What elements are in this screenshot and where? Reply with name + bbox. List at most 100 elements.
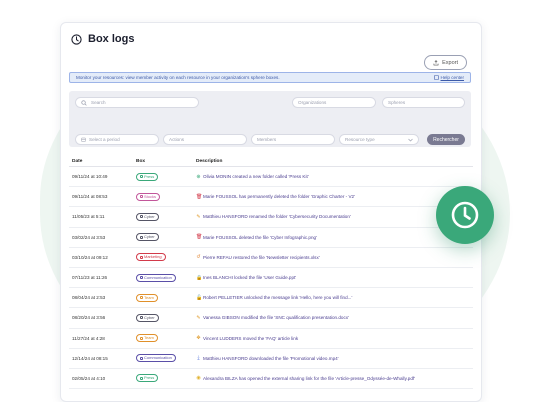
description-text: Alexandra BILZA has opened the external … (203, 375, 416, 381)
row-date: 07/11/23 at 11:26 (69, 267, 133, 289)
box-badge[interactable]: Team (136, 334, 158, 343)
clock-icon (451, 201, 479, 229)
table-row[interactable]: 12/14/24 at 08:15 Communication ⤓ Matthieu … (69, 348, 473, 369)
row-box-cell: Press (133, 368, 193, 390)
table-row[interactable]: 11/05/23 at 5:11 Cyber ✎ Matthieu HANSFORD … (69, 206, 473, 228)
box-badge[interactable]: Communication (136, 273, 176, 282)
table-row[interactable]: 07/11/23 at 11:26 Communication 🔒 Ines BLAN… (69, 267, 473, 289)
search-icon (81, 99, 87, 106)
box-badge[interactable]: Team (136, 293, 158, 302)
box-badge[interactable]: Marketing (136, 253, 166, 262)
box-icon (140, 336, 143, 340)
box-badge-label: Cyber (144, 234, 155, 240)
box-badge-label: Team (144, 294, 154, 300)
row-description: 🔓 Robert PELLETIER unlocked the message l… (196, 295, 470, 301)
spheres-select[interactable]: Spheres (382, 97, 465, 108)
table-row[interactable]: 08/20/24 at 3:56 Cyber ✎ Vanessa GIBSON mod… (69, 307, 473, 329)
organizations-select[interactable]: Organizations (292, 97, 376, 108)
actions-select[interactable]: Actions (163, 134, 247, 145)
search-input[interactable]: Search (75, 97, 199, 108)
box-icon (140, 276, 143, 280)
description-text: Pierre REFAU restored the file 'Newslett… (203, 254, 320, 260)
page-header: Box logs (71, 33, 134, 45)
row-description-cell: ⤓ Matthieu HANSFORD downloaded the file '… (193, 348, 473, 369)
search-button[interactable]: Rechercher (427, 134, 465, 145)
table-row[interactable]: 03/10/24 at 09:12 Marketing ↺ Pierre REFAU … (69, 247, 473, 268)
row-description: ⤓ Matthieu HANSFORD downloaded the file '… (196, 355, 470, 361)
box-badge[interactable]: Communication (136, 354, 176, 363)
description-text: Marie FOUSSOL has permanently deleted th… (203, 194, 355, 200)
box-icon (140, 235, 143, 239)
box-badge-label: Communication (144, 274, 172, 280)
row-description: ⊕ Olivia MONIN created a new folder calle… (196, 174, 470, 180)
export-button[interactable]: Export (424, 55, 467, 70)
help-center-label: Help center (440, 75, 465, 80)
column-header-date: Date (69, 156, 133, 167)
row-date: 11/27/24 at 4:28 (69, 328, 133, 349)
description-text: Robert PELLETIER unlocked the message li… (203, 295, 353, 301)
move-icon: ✥ (196, 335, 201, 342)
row-description: ◉ Alexandra BILZA has opened the external… (196, 375, 470, 381)
description-text: Matthieu HANSFORD renamed the folder 'Cy… (203, 214, 351, 220)
row-box-cell: Communication (133, 348, 193, 369)
trash-icon: 🗑 (196, 193, 203, 200)
row-date: 12/14/24 at 08:15 (69, 348, 133, 369)
box-badge-label: Communication (144, 355, 172, 361)
resource-type-select[interactable]: Resource type (339, 134, 419, 145)
table-row[interactable]: 08/04/24 at 2:53 Team 🔓 Robert PELLETIER un… (69, 287, 473, 309)
row-box-cell: Team (133, 328, 193, 349)
box-icon (140, 175, 143, 179)
box-badge[interactable]: Stocks (136, 192, 161, 201)
box-badge[interactable]: Cyber (136, 233, 159, 242)
box-badge-label: Team (144, 335, 154, 341)
row-date: 02/05/24 at 4:10 (69, 368, 133, 390)
table-row[interactable]: 02/05/24 at 4:10 Press ◉ Alexandra BILZA ha… (69, 368, 473, 390)
box-badge-label: Marketing (144, 254, 162, 260)
export-label: Export (442, 59, 458, 66)
help-center-link[interactable]: Help center (433, 75, 465, 80)
page-title: Box logs (88, 33, 135, 45)
restore-icon: ↺ (196, 254, 201, 261)
table-row[interactable]: 11/27/24 at 4:28 Team ✥ Vincent LUDDERS mov… (69, 328, 473, 349)
chevron-down-icon (408, 138, 413, 141)
book-icon (433, 75, 439, 80)
box-badge[interactable]: Cyber (136, 212, 159, 221)
trash-icon: 🗑 (196, 234, 203, 241)
box-badge[interactable]: Press (136, 172, 159, 181)
row-description-cell: ↺ Pierre REFAU restored the file 'Newslet… (193, 247, 473, 268)
box-icon (140, 255, 143, 259)
row-description-cell: 🔒 Ines BLANCHI locked the file 'User Guid… (193, 267, 473, 289)
box-badge-label: Stocks (144, 193, 157, 199)
row-description: ↺ Pierre REFAU restored the file 'Newslet… (196, 254, 470, 260)
box-icon (140, 215, 143, 219)
column-header-description: Description (193, 156, 473, 167)
box-icon (140, 296, 143, 300)
spheres-placeholder: Spheres (388, 100, 406, 105)
history-clock-button[interactable] (436, 186, 494, 244)
clock-icon (71, 33, 82, 45)
row-description-cell: 🗑 Marie FOUSSOL has permanently deleted t… (193, 186, 473, 208)
search-placeholder: Search (91, 100, 106, 105)
row-description: 🗑 Marie FOUSSOL has permanently deleted t… (196, 194, 470, 200)
members-placeholder: Members (257, 137, 277, 142)
members-select[interactable]: Members (251, 134, 335, 145)
box-badge[interactable]: Press (136, 374, 159, 383)
description-text: Vincent LUDDERS moved the 'FAQ' article … (203, 335, 299, 341)
row-description-cell: ✎ Matthieu HANSFORD renamed the folder 'C… (193, 206, 473, 228)
row-date: 09/11/24 at 10:49 (69, 166, 133, 188)
table-row[interactable]: 03/02/24 at 3:53 Cyber 🗑 Marie FOUSSOL dele… (69, 227, 473, 248)
description-text: Vanessa GIBSON modified the file 'SNC qu… (203, 315, 349, 321)
info-text: Monitor your resources: view member acti… (76, 75, 280, 80)
period-select[interactable]: Select a period (75, 134, 159, 145)
row-description-cell: 🗑 Marie FOUSSOL deleted the file 'Cyber I… (193, 227, 473, 248)
row-date: 08/20/24 at 3:56 (69, 307, 133, 329)
box-badge[interactable]: Cyber (136, 313, 159, 322)
table-row[interactable]: 09/11/24 at 08:53 Stocks 🗑 Marie FOUSSOL ha… (69, 186, 473, 208)
resource-type-placeholder: Resource type (345, 137, 375, 142)
box-badge-label: Press (144, 375, 155, 381)
row-box-cell: Stocks (133, 186, 193, 208)
logs-table-body: 09/11/24 at 10:49 Press ⊕ Olivia MONIN crea… (69, 166, 473, 390)
row-description-cell: 🔓 Robert PELLETIER unlocked the message l… (193, 287, 473, 309)
table-row[interactable]: 09/11/24 at 10:49 Press ⊕ Olivia MONIN crea… (69, 166, 473, 188)
row-date: 09/11/24 at 08:53 (69, 186, 133, 208)
